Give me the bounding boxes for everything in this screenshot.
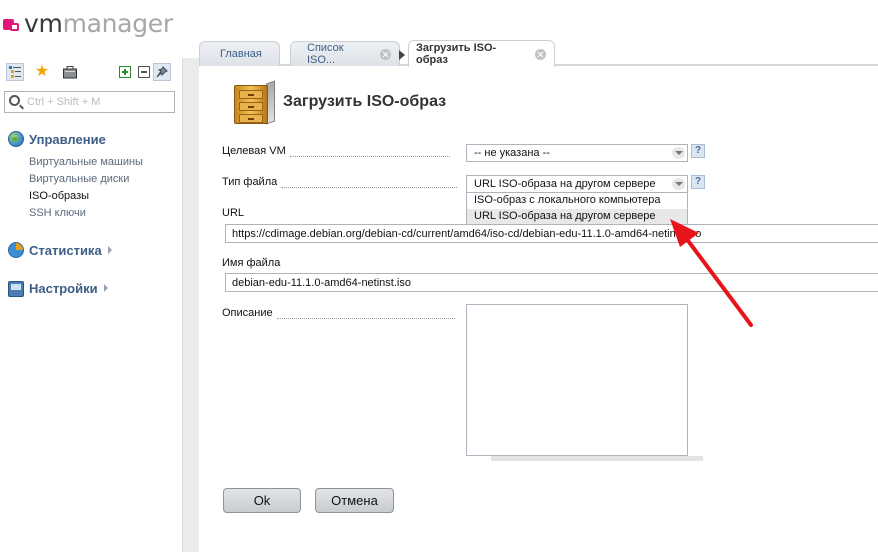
chevron-right-icon <box>399 50 405 60</box>
sidebar-group-label: Управление <box>29 131 106 147</box>
sidebar-group-management[interactable]: Управление <box>8 131 106 147</box>
pie-chart-icon <box>8 242 24 258</box>
tab-home[interactable]: Главная <box>199 41 280 66</box>
sidebar-group-label: Настройки <box>29 280 98 296</box>
globe-icon <box>8 131 24 147</box>
sidebar-item-virtual-machines[interactable]: Виртуальные машины <box>29 156 143 168</box>
help-icon[interactable]: ? <box>691 144 705 158</box>
star-icon[interactable]: ★ <box>33 63 51 81</box>
search-input[interactable] <box>27 94 172 110</box>
vmmanager-logo: vmmanager <box>3 10 173 38</box>
ok-button[interactable]: Ok <box>223 488 301 513</box>
target-vm-select[interactable]: -- не указана -- <box>466 144 688 162</box>
briefcase-icon[interactable] <box>61 63 79 81</box>
close-icon[interactable] <box>380 48 391 60</box>
tab-label: Список ISO... <box>307 42 344 66</box>
chevron-down-icon <box>672 178 685 190</box>
file-type-label: Тип файла <box>222 176 458 188</box>
collapse-all-icon[interactable] <box>135 63 153 81</box>
tab-label: Загрузить ISO-образ <box>416 42 497 66</box>
file-cabinet-icon <box>230 79 276 126</box>
file-type-dropdown: ISO-образ с локального компьютера URL IS… <box>466 192 688 226</box>
help-icon[interactable]: ? <box>691 175 705 189</box>
logo-text: vmmanager <box>24 9 173 38</box>
file-type-select[interactable]: URL ISO-образа на другом сервере <box>466 175 688 193</box>
chevron-down-icon <box>672 147 685 159</box>
sidebar-item-iso-images[interactable]: ISO-образы <box>29 190 89 202</box>
tab-iso-list[interactable]: Список ISO... <box>290 41 400 66</box>
search-box <box>4 91 175 113</box>
sidebar-item-virtual-disks[interactable]: Виртуальные диски <box>29 173 129 185</box>
chevron-right-icon <box>107 246 112 254</box>
dropdown-option-url[interactable]: URL ISO-образа на другом сервере <box>467 209 687 225</box>
chevron-right-icon <box>103 284 108 292</box>
expand-all-icon[interactable] <box>116 63 134 81</box>
description-textarea[interactable] <box>466 304 688 456</box>
dropdown-option-local[interactable]: ISO-образ с локального компьютера <box>467 193 687 209</box>
url-label: URL <box>222 207 245 219</box>
pin-icon[interactable] <box>153 63 171 81</box>
sidebar-toolbar: ★ <box>5 63 175 83</box>
sidebar-item-ssh-keys[interactable]: SSH ключи <box>29 207 86 219</box>
sidebar: ★ Управление Виртуальные машины Виртуаль… <box>0 58 182 552</box>
url-input[interactable] <box>225 224 878 243</box>
page-title: Загрузить ISO-образ <box>283 93 447 110</box>
file-name-label: Имя файла <box>222 257 281 269</box>
tab-label: Главная <box>220 48 262 60</box>
sidebar-group-settings[interactable]: Настройки <box>8 279 108 297</box>
tab-bar: Главная Список ISO... Загрузить ISO-обра… <box>199 36 878 67</box>
description-label: Описание <box>222 307 455 319</box>
sidebar-splitter[interactable] <box>182 58 199 552</box>
textarea-resize-bar[interactable] <box>491 456 703 461</box>
target-vm-label: Целевая VM <box>222 145 450 157</box>
tree-list-icon[interactable] <box>6 63 24 81</box>
cancel-button[interactable]: Отмена <box>315 488 394 513</box>
sidebar-group-label: Статистика <box>29 242 102 258</box>
tab-upload-iso[interactable]: Загрузить ISO-образ <box>408 40 555 67</box>
logo-mark-icon <box>3 16 21 32</box>
monitor-icon <box>8 281 24 297</box>
close-icon[interactable] <box>535 48 546 60</box>
search-icon <box>9 95 20 106</box>
sidebar-group-statistics[interactable]: Статистика <box>8 242 112 258</box>
file-name-input[interactable] <box>225 273 878 292</box>
